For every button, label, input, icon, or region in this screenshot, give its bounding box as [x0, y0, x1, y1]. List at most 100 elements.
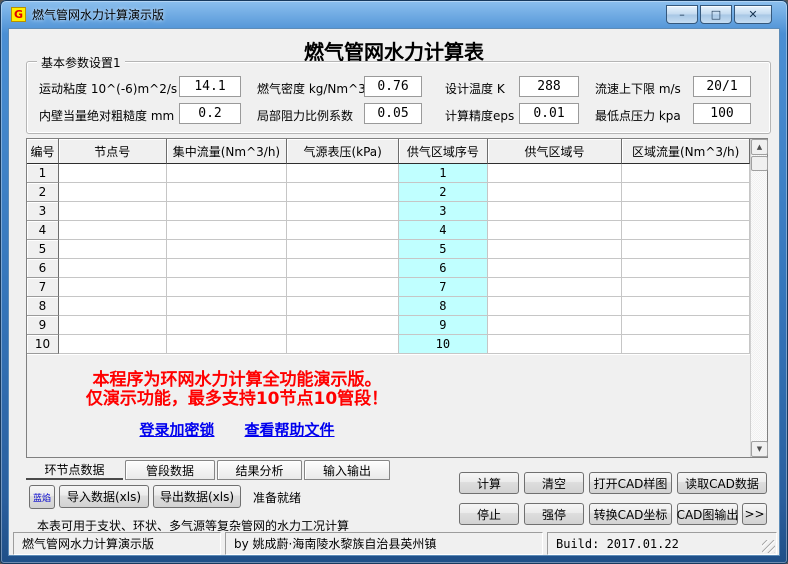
- table-cell[interactable]: [287, 183, 399, 202]
- minimize-button[interactable]: –: [666, 5, 698, 24]
- table-cell[interactable]: 1: [399, 164, 488, 183]
- table-cell[interactable]: [287, 240, 399, 259]
- table-cell[interactable]: 9: [399, 316, 488, 335]
- table-cell[interactable]: [59, 259, 167, 278]
- table-cell[interactable]: [287, 164, 399, 183]
- table-cell[interactable]: [488, 183, 623, 202]
- param-input[interactable]: [693, 76, 751, 97]
- param-input[interactable]: [693, 103, 751, 124]
- table-cell[interactable]: [167, 278, 288, 297]
- table-cell[interactable]: [167, 335, 288, 354]
- convert-cad-coords-button[interactable]: 转换CAD坐标: [589, 503, 672, 525]
- table-cell[interactable]: [622, 297, 750, 316]
- table-cell[interactable]: [488, 164, 623, 183]
- table-cell[interactable]: [287, 278, 399, 297]
- scroll-up-button[interactable]: ▲: [751, 139, 768, 155]
- table-cell[interactable]: [488, 335, 623, 354]
- table-cell[interactable]: 2: [399, 183, 488, 202]
- import-xls-button[interactable]: 导入数据(xls): [59, 485, 149, 508]
- table-cell[interactable]: 4: [399, 221, 488, 240]
- table-cell[interactable]: [488, 202, 623, 221]
- table-cell[interactable]: [59, 297, 167, 316]
- params-group-label: 基本参数设置1: [37, 54, 125, 71]
- blue-flame-button[interactable]: 蓝焰: [29, 485, 55, 509]
- row-number: 1: [27, 164, 59, 183]
- table-cell[interactable]: [167, 221, 288, 240]
- table-cell[interactable]: [167, 240, 288, 259]
- table-cell[interactable]: [59, 316, 167, 335]
- table-cell[interactable]: [488, 221, 623, 240]
- clear-button[interactable]: 清空: [524, 472, 584, 494]
- scrollbar-thumb[interactable]: [751, 156, 768, 171]
- table-cell[interactable]: [59, 183, 167, 202]
- param-input[interactable]: [364, 103, 422, 124]
- table-cell[interactable]: [488, 240, 623, 259]
- table-cell[interactable]: [622, 316, 750, 335]
- maximize-icon: □: [711, 8, 721, 21]
- table-cell[interactable]: [622, 183, 750, 202]
- read-cad-data-button[interactable]: 读取CAD数据: [677, 472, 767, 494]
- table-cell[interactable]: [622, 164, 750, 183]
- tab-ring-node-data[interactable]: 环节点数据: [26, 460, 123, 480]
- tab-result-analysis[interactable]: 结果分析: [217, 460, 302, 480]
- view-help-link[interactable]: 查看帮助文件: [245, 419, 335, 440]
- table-cell[interactable]: 8: [399, 297, 488, 316]
- table-cell[interactable]: [622, 335, 750, 354]
- table-cell[interactable]: [488, 316, 623, 335]
- param-input[interactable]: [179, 76, 241, 97]
- table-cell[interactable]: [622, 278, 750, 297]
- table-cell[interactable]: [287, 335, 399, 354]
- table-cell[interactable]: [59, 202, 167, 221]
- more-button[interactable]: >>: [742, 503, 767, 525]
- table-cell[interactable]: 5: [399, 240, 488, 259]
- table-cell[interactable]: [59, 164, 167, 183]
- table-cell[interactable]: 6: [399, 259, 488, 278]
- table-cell[interactable]: [622, 202, 750, 221]
- table-cell[interactable]: [488, 278, 623, 297]
- table-cell[interactable]: [59, 221, 167, 240]
- table-cell[interactable]: [59, 240, 167, 259]
- table-cell[interactable]: [622, 259, 750, 278]
- login-dongle-link[interactable]: 登录加密锁: [139, 419, 214, 440]
- table-cell[interactable]: [287, 221, 399, 240]
- table-cell[interactable]: 7: [399, 278, 488, 297]
- title-bar: G 燃气管网水力计算演示版 – □ ✕: [0, 0, 788, 28]
- table-cell[interactable]: [167, 259, 288, 278]
- force-stop-button[interactable]: 强停: [524, 503, 584, 525]
- table-cell[interactable]: [622, 240, 750, 259]
- table-row: 22: [27, 183, 750, 202]
- vertical-scrollbar[interactable]: ▲ ▼: [750, 139, 767, 457]
- close-button[interactable]: ✕: [734, 5, 772, 24]
- minimize-icon: –: [679, 8, 685, 21]
- table-cell[interactable]: [622, 221, 750, 240]
- table-cell[interactable]: [287, 316, 399, 335]
- table-cell[interactable]: [287, 259, 399, 278]
- maximize-button[interactable]: □: [700, 5, 732, 24]
- table-cell[interactable]: [167, 316, 288, 335]
- table-cell[interactable]: [287, 202, 399, 221]
- export-xls-button[interactable]: 导出数据(xls): [153, 485, 241, 508]
- table-cell[interactable]: [167, 164, 288, 183]
- stop-button[interactable]: 停止: [459, 503, 519, 525]
- calculate-button[interactable]: 计算: [459, 472, 519, 494]
- table-cell[interactable]: [167, 297, 288, 316]
- table-cell[interactable]: [167, 183, 288, 202]
- table-cell[interactable]: [167, 202, 288, 221]
- tab-input-output[interactable]: 输入输出: [304, 460, 390, 480]
- table-cell[interactable]: [287, 297, 399, 316]
- param-input[interactable]: [364, 76, 422, 97]
- table-cell[interactable]: [59, 335, 167, 354]
- param-input[interactable]: [519, 76, 579, 97]
- param-input[interactable]: [179, 103, 241, 124]
- table-cell[interactable]: [488, 297, 623, 316]
- table-cell[interactable]: 10: [399, 335, 488, 354]
- cad-output-button[interactable]: CAD图输出: [677, 503, 738, 525]
- resize-grip[interactable]: [762, 540, 775, 553]
- table-cell[interactable]: [59, 278, 167, 297]
- open-cad-sample-button[interactable]: 打开CAD样图: [589, 472, 672, 494]
- table-cell[interactable]: 3: [399, 202, 488, 221]
- tab-pipe-data[interactable]: 管段数据: [125, 460, 215, 480]
- scroll-down-button[interactable]: ▼: [751, 441, 768, 457]
- table-cell[interactable]: [488, 259, 623, 278]
- param-input[interactable]: [519, 103, 579, 124]
